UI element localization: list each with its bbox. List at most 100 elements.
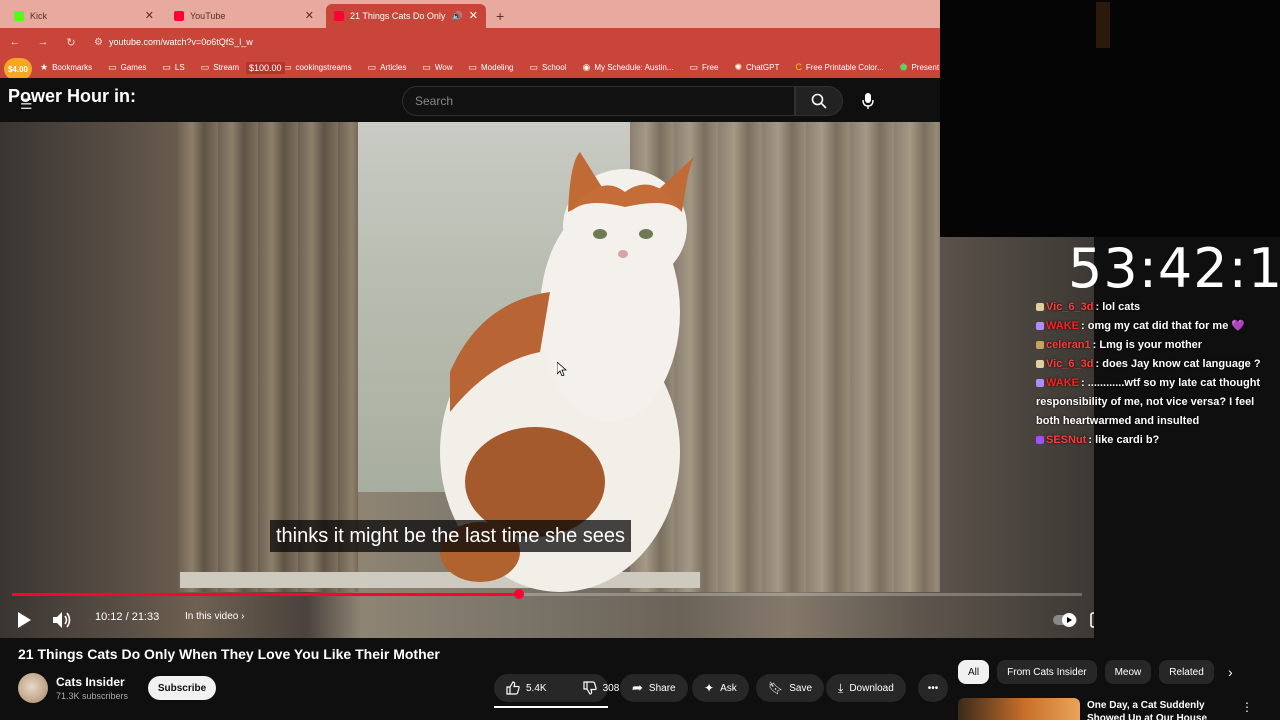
bookmark-folder[interactable]: ▭ LS [162, 62, 184, 73]
tab-youtube[interactable]: YouTube ✕ [166, 4, 322, 28]
close-tab-icon[interactable]: ✕ [469, 10, 478, 22]
bookmark-label: Modeling [481, 62, 514, 72]
chat-overlay: Vic_6_3d: lol cats WAKE: omg my cat did t… [1036, 298, 1280, 450]
progress-scrubber[interactable] [513, 589, 524, 599]
mouse-cursor-icon [557, 362, 567, 376]
voice-search-button[interactable] [852, 86, 884, 116]
chevron-right-icon[interactable]: › [1228, 664, 1233, 680]
search-input[interactable]: Search [402, 86, 795, 116]
like-count: 5.4K [526, 682, 547, 694]
bookmark-folder[interactable]: ▭ Games [108, 62, 146, 73]
chat-badge-icon [1036, 379, 1044, 388]
recommendation-title[interactable]: One Day, a Cat Suddenly Showed Up at Our… [1087, 699, 1237, 720]
globe-icon: ◉ [582, 61, 591, 72]
recommendation-thumbnail[interactable] [958, 698, 1080, 720]
captions-button[interactable]: CC [1090, 612, 1094, 628]
forward-arrow-icon[interactable]: → [36, 36, 50, 48]
bookmark-label: Free [701, 62, 719, 72]
autoplay-toggle[interactable] [1052, 612, 1078, 628]
like-dislike-group: 5.4K 308 [494, 674, 619, 702]
bookmark-folder[interactable]: ▭ Stream [201, 62, 239, 73]
close-tab-icon[interactable]: ✕ [305, 10, 314, 22]
ask-button[interactable]: ✦ Ask [692, 674, 749, 702]
folder-icon: ▭ [367, 61, 377, 72]
youtube-favicon-icon [174, 11, 184, 21]
in-this-video-label: In this video [185, 611, 239, 622]
folder-icon: ▭ [422, 61, 431, 72]
bookmark-item[interactable]: ⬟ Present [900, 62, 939, 73]
chip-from-channel[interactable]: From Cats Insider [997, 660, 1097, 684]
search-button[interactable] [795, 86, 843, 116]
in-this-video-button[interactable]: In this video › [185, 611, 245, 622]
bookmark-label: Games [120, 62, 147, 72]
caption-text: thinks it might be the last time she see… [270, 520, 632, 552]
new-tab-button[interactable]: + [490, 8, 510, 28]
bookmark-label: School [541, 62, 567, 72]
share-button[interactable]: ➦ Share [620, 674, 688, 702]
chat-message: celeran1: Lmg is your mother [1036, 336, 1280, 355]
bookmark-folder[interactable]: ▭ cookingstreams [283, 62, 352, 73]
subscribe-button[interactable]: Subscribe [148, 676, 216, 700]
video-player[interactable]: thinks it might be the last time she see… [0, 122, 1094, 638]
tab-video[interactable]: 21 Things Cats Do Only Wh 🔊 ✕ [326, 4, 486, 28]
tab-title: YouTube [190, 11, 226, 21]
bookmark-folder[interactable]: ▭ Free [689, 62, 718, 73]
bookmark-folder[interactable]: ▭ School [529, 62, 566, 73]
search-icon [811, 93, 827, 109]
bookmark-item[interactable]: ★ Bookmarks [40, 62, 92, 73]
chat-message: SESNut: like cardi b? [1036, 431, 1280, 450]
channel-name[interactable]: Cats Insider [56, 675, 125, 689]
coin-badge-2: $100.00 [246, 62, 285, 74]
close-tab-icon[interactable]: ✕ [145, 10, 154, 22]
tab-title: Kick [30, 11, 48, 21]
chat-message: Vic_6_3d: lol cats [1036, 298, 1280, 317]
bookmark-item[interactable]: ✺ ChatGPT [734, 62, 779, 73]
more-actions-button[interactable]: ••• [918, 674, 948, 702]
more-vertical-icon[interactable]: ⋮ [1241, 700, 1253, 714]
player-controls: 10:12 / 21:33 In this video › CC [0, 602, 1094, 638]
folder-icon: ▭ [468, 61, 477, 72]
bookmark-folder[interactable]: ▭ Articles [368, 62, 407, 73]
address-bar-row: ← → ↻ ⚙ youtube.com/watch?v=0o6tQfS_l_w [0, 28, 940, 56]
download-icon: ⤓ [838, 680, 844, 695]
chip-meow[interactable]: Meow [1104, 660, 1152, 684]
bookmark-item[interactable]: C Free Printable Color... [795, 62, 883, 72]
volume-button[interactable] [52, 611, 72, 629]
play-button[interactable] [16, 611, 32, 629]
video-title: 21 Things Cats Do Only When They Love Yo… [18, 646, 440, 662]
url-field[interactable]: ⚙ youtube.com/watch?v=0o6tQfS_l_w [94, 37, 253, 48]
chat-message: WAKE: ............wtf so my late cat tho… [1036, 374, 1280, 431]
progress-played [12, 593, 519, 596]
channel-avatar[interactable] [18, 673, 48, 703]
download-button[interactable]: ⤓ Download [826, 674, 906, 702]
chip-related[interactable]: Related [1159, 660, 1214, 684]
thumbs-up-icon [506, 681, 520, 695]
reload-icon[interactable]: ↻ [64, 36, 78, 49]
coin-badge: $4.00 [4, 58, 32, 80]
webcam-feed [940, 0, 1280, 237]
autoplay-toggle-icon [1053, 613, 1077, 627]
folder-icon: ▭ [162, 61, 171, 72]
bookmark-label: ChatGPT [745, 62, 780, 72]
chat-username: WAKE [1046, 377, 1079, 389]
save-button[interactable]: 🔖︎ Save [756, 674, 825, 702]
chat-username: WAKE [1046, 320, 1079, 332]
speaker-icon[interactable]: 🔊 [452, 11, 463, 22]
chat-separator: : [1081, 320, 1088, 332]
site-info-icon[interactable]: ⚙ [94, 37, 103, 48]
chat-username: SESNut [1046, 434, 1087, 446]
chip-all[interactable]: All [958, 660, 990, 684]
tab-kick[interactable]: Kick ✕ [6, 4, 162, 28]
chevron-right-icon: › [241, 611, 245, 622]
volume-icon [53, 612, 71, 628]
bookmark-item[interactable]: ◉ My Schedule: Austin... [582, 62, 673, 73]
chat-username: Vic_6_3d [1046, 358, 1094, 370]
kick-favicon-icon [14, 11, 24, 21]
bookmark-folder[interactable]: ▭ Modeling [468, 62, 513, 73]
tab-title: 21 Things Cats Do Only Wh [350, 11, 446, 21]
like-button[interactable]: 5.4K [494, 674, 559, 702]
bookmark-folder[interactable]: ▭ Wow [422, 62, 452, 73]
progress-bar[interactable] [12, 589, 1082, 599]
back-arrow-icon[interactable]: ← [8, 36, 22, 48]
shield-icon: ⬟ [899, 61, 908, 72]
